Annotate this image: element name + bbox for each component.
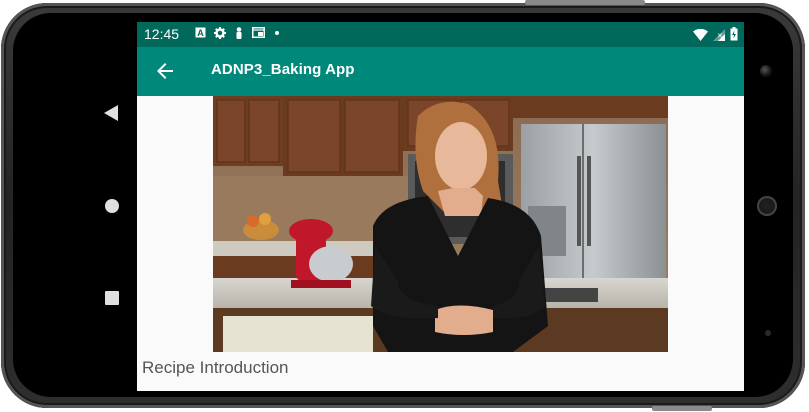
nav-home-icon[interactable] xyxy=(105,199,119,213)
sensor-icon xyxy=(765,330,771,336)
signal-icon: ✕ xyxy=(713,28,725,44)
video-player[interactable] xyxy=(213,96,668,352)
nav-back-icon[interactable] xyxy=(104,105,118,121)
app-screen: 12:45 A ✕ ADNP3_Baking App Recipe Introd… xyxy=(137,22,744,391)
front-camera-icon xyxy=(760,65,772,77)
screen-cast-icon xyxy=(252,27,265,39)
battery-icon xyxy=(730,27,738,44)
step-description: Recipe Introduction xyxy=(142,358,289,377)
keyboard-a-icon: A xyxy=(195,27,206,39)
nav-recents-icon[interactable] xyxy=(105,291,119,305)
person-icon xyxy=(233,27,244,39)
arrow-back-icon[interactable] xyxy=(153,59,177,83)
video-frame xyxy=(213,96,668,352)
volume-button xyxy=(652,406,712,411)
app-bar: ADNP3_Baking App xyxy=(137,47,744,96)
svg-text:A: A xyxy=(197,28,204,38)
speaker-icon xyxy=(757,196,777,216)
dot-icon xyxy=(271,27,282,39)
status-bar: 12:45 A ✕ xyxy=(137,22,744,47)
page-title: ADNP3_Baking App xyxy=(211,61,355,78)
gear-icon xyxy=(214,27,226,39)
wifi-icon xyxy=(693,28,708,44)
svg-text:✕: ✕ xyxy=(717,33,723,40)
power-button xyxy=(525,0,645,5)
status-time: 12:45 xyxy=(144,26,180,42)
